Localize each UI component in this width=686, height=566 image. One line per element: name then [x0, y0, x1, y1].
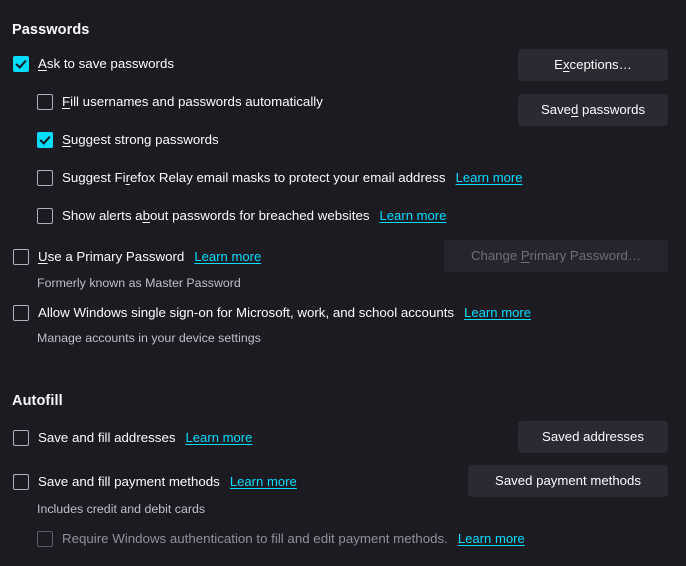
require-windows-auth-learn-more-link[interactable]: Learn more — [458, 531, 525, 546]
suggest-strong-passwords-text: uggest strong passwords — [70, 132, 219, 147]
ask-to-save-passwords-control[interactable]: Ask to save passwords — [13, 55, 174, 72]
row-fill-usernames-automatically[interactable]: Fill usernames and passwords automatical… — [37, 93, 323, 110]
require-windows-auth-checkbox[interactable] — [37, 530, 53, 547]
row-save-payment-methods[interactable]: Save and fill payment methods Learn more — [13, 473, 297, 490]
row-ask-to-save-passwords[interactable]: Ask to save passwords — [13, 55, 174, 72]
breach-alerts-control[interactable]: Show alerts about passwords for breached… — [37, 207, 446, 224]
save-payment-methods-learn-more-link[interactable]: Learn more — [230, 474, 297, 489]
save-payment-methods-label: Save and fill payment methods — [38, 474, 220, 489]
exceptions-button-label-pre: E — [554, 57, 563, 72]
require-windows-auth-control[interactable]: Require Windows authentication to fill a… — [37, 530, 525, 547]
saved-payment-methods-button-label: Saved payment methods — [495, 473, 641, 488]
save-addresses-learn-more-link[interactable]: Learn more — [185, 430, 252, 445]
saved-payment-methods-button[interactable]: Saved payment methods — [468, 465, 668, 497]
save-payment-methods-subtext: Includes credit and debit cards — [37, 502, 206, 516]
windows-sso-subtext: Manage accounts in your device settings — [37, 331, 261, 345]
fill-usernames-automatically-control[interactable]: Fill usernames and passwords automatical… — [37, 93, 323, 110]
primary-password-control[interactable]: Use a Primary Password Learn more — [13, 248, 261, 265]
saved-passwords-button-label-post: passwords — [578, 102, 646, 117]
save-addresses-checkbox[interactable] — [13, 429, 29, 446]
firefox-relay-checkbox[interactable] — [37, 169, 53, 186]
row-suggest-strong-passwords[interactable]: Suggest strong passwords — [37, 131, 219, 148]
breach-alerts-label: Show alerts about passwords for breached… — [62, 207, 369, 224]
firefox-relay-label-pre: Suggest Fi — [62, 170, 126, 185]
suggest-strong-passwords-control[interactable]: Suggest strong passwords — [37, 131, 219, 148]
save-addresses-control[interactable]: Save and fill addresses Learn more — [13, 429, 252, 446]
require-windows-auth-label: Require Windows authentication to fill a… — [62, 531, 448, 546]
row-require-windows-auth[interactable]: Require Windows authentication to fill a… — [37, 530, 525, 547]
save-payment-methods-control[interactable]: Save and fill payment methods Learn more — [13, 473, 297, 490]
windows-sso-learn-more-link[interactable]: Learn more — [464, 305, 531, 320]
primary-password-learn-more-link[interactable]: Learn more — [194, 249, 261, 264]
exceptions-button-accesskey: x — [562, 57, 570, 72]
ask-to-save-passwords-accesskey: A — [38, 56, 47, 71]
ask-to-save-passwords-checkbox[interactable] — [13, 55, 29, 72]
breach-alerts-learn-more-link[interactable]: Learn more — [379, 208, 446, 223]
row-firefox-relay[interactable]: Suggest Firefox Relay email masks to pro… — [37, 169, 523, 186]
breach-alerts-checkbox[interactable] — [37, 207, 53, 224]
saved-addresses-button[interactable]: Saved addresses — [518, 421, 668, 453]
change-primary-password-button[interactable]: Change Primary Password… — [444, 240, 668, 272]
fill-usernames-automatically-label: Fill usernames and passwords automatical… — [62, 93, 323, 110]
preferences-privacy-panel: Passwords Ask to save passwords Exceptio… — [0, 0, 686, 566]
windows-sso-control[interactable]: Allow Windows single sign-on for Microso… — [13, 304, 531, 321]
primary-password-subtext: Formerly known as Master Password — [37, 276, 241, 290]
primary-password-accesskey: U — [38, 249, 48, 264]
firefox-relay-label: Suggest Firefox Relay email masks to pro… — [62, 169, 446, 186]
save-payment-methods-checkbox[interactable] — [13, 473, 29, 490]
primary-password-text: se a Primary Password — [47, 249, 185, 264]
breach-alerts-label-pre: Show alerts a — [62, 208, 143, 223]
saved-addresses-button-label: Saved addresses — [542, 429, 644, 444]
ask-to-save-passwords-label: Ask to save passwords — [38, 55, 174, 72]
saved-passwords-button-label-pre: Save — [540, 102, 571, 117]
suggest-strong-passwords-checkbox[interactable] — [37, 131, 53, 148]
change-primary-password-button-label-pre: Change — [470, 248, 521, 263]
breach-alerts-label-post: out passwords for breached websites — [149, 208, 370, 223]
ask-to-save-passwords-text: sk to save passwords — [46, 56, 174, 71]
windows-sso-label: Allow Windows single sign-on for Microso… — [38, 305, 455, 320]
change-primary-password-button-accesskey: P — [520, 248, 530, 263]
row-save-addresses[interactable]: Save and fill addresses Learn more — [13, 429, 252, 446]
passwords-section-heading: Passwords — [12, 22, 90, 38]
suggest-strong-passwords-label: Suggest strong passwords — [62, 131, 219, 148]
primary-password-checkbox[interactable] — [13, 248, 29, 265]
primary-password-label: Use a Primary Password — [38, 248, 184, 265]
fill-usernames-automatically-accesskey: F — [62, 94, 71, 109]
row-primary-password[interactable]: Use a Primary Password Learn more — [13, 248, 261, 265]
exceptions-button[interactable]: Exceptions… — [518, 49, 668, 81]
fill-usernames-automatically-checkbox[interactable] — [37, 93, 53, 110]
row-windows-sso[interactable]: Allow Windows single sign-on for Microso… — [13, 304, 531, 321]
breach-alerts-accesskey: b — [142, 208, 150, 223]
exceptions-button-label-post: ceptions… — [569, 57, 632, 72]
save-addresses-label: Save and fill addresses — [38, 430, 176, 445]
firefox-relay-control[interactable]: Suggest Firefox Relay email masks to pro… — [37, 169, 523, 186]
row-breach-alerts[interactable]: Show alerts about passwords for breached… — [37, 207, 446, 224]
change-primary-password-button-label-post: rimary Password… — [529, 248, 642, 263]
firefox-relay-label-post: efox Relay email masks to protect your e… — [130, 170, 446, 185]
fill-usernames-automatically-text: ill usernames and passwords automaticall… — [70, 94, 323, 109]
saved-passwords-button[interactable]: Saved passwords — [518, 94, 668, 126]
autofill-section-heading: Autofill — [12, 393, 63, 409]
suggest-strong-passwords-accesskey: S — [62, 132, 71, 147]
windows-sso-checkbox[interactable] — [13, 304, 29, 321]
firefox-relay-learn-more-link[interactable]: Learn more — [456, 170, 523, 185]
